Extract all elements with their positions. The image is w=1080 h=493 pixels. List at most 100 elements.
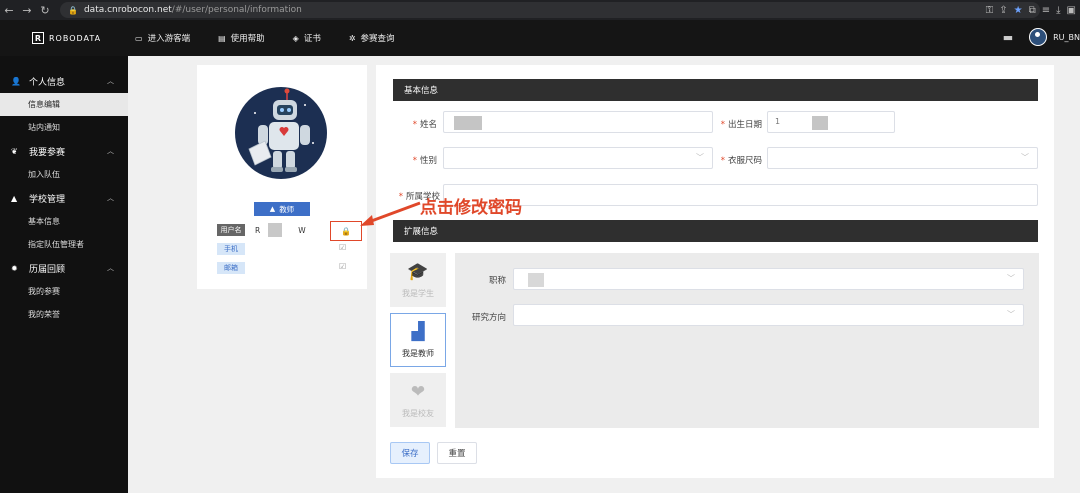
nav-label: 使用帮助 <box>230 34 265 44</box>
nav-certificate[interactable]: ◈ 证书 <box>292 32 321 45</box>
birth-value: 1 <box>775 117 781 126</box>
school-input[interactable] <box>443 184 1038 206</box>
sidebar-group-school[interactable]: ▲ 学校管理 ︿ <box>0 186 128 210</box>
extensions-icon[interactable]: ⧉ <box>1029 5 1036 16</box>
sidebar-item-my-honors[interactable]: 我的荣誉 <box>0 303 128 326</box>
app-header: R ROBODATA ▭ 进入游客端 ▤ 使用帮助 ◈ 证书 ✲ 参赛查询 ▬ RU_B… <box>0 20 1080 56</box>
nav-visitor[interactable]: ▭ 进入游客端 <box>135 32 191 45</box>
profile-card: ▲ 教师 用户名 R W 手机 ☑ 邮箱 ☑ <box>197 65 367 289</box>
annotation-text: 点击修改密码 <box>420 198 522 218</box>
tv-icon: ▭ <box>135 33 143 43</box>
logo-text: ROBODATA <box>49 33 102 43</box>
message-icon[interactable]: ▬ <box>1003 31 1013 44</box>
robot-avatar-image <box>235 87 327 179</box>
role-tab-student[interactable]: 🎓 我是学生 <box>390 253 446 307</box>
gender-label: * 性别 <box>412 156 437 166</box>
sidebar-group-label: 个人信息 <box>29 77 66 88</box>
book-icon: ▤ <box>218 33 226 43</box>
leaf-icon: ❦ <box>11 146 18 156</box>
size-label: * 衣服尺码 <box>720 156 762 166</box>
browser-toolbar: ← → ↻ 🔒 data.cnrobocon.net/#/user/person… <box>0 0 1080 20</box>
url-host: data.cnrobocon.net <box>83 5 172 15</box>
sidebar-group-label: 我要参赛 <box>29 147 66 158</box>
username-redacted <box>268 223 283 237</box>
sidebar-item-basic-info[interactable]: 基本信息 <box>0 210 128 233</box>
heart-chat-icon: ❤ <box>410 381 426 402</box>
url-path: /#/user/personal/information <box>171 5 302 15</box>
username-value-start: R <box>255 225 261 235</box>
sidebar-item-notice[interactable]: 站内通知 <box>0 116 128 139</box>
annotation-arrow <box>360 201 421 226</box>
sidebar-group-compete[interactable]: ❦ 我要参赛 ︿ <box>0 139 128 163</box>
teacher-icon: ▲ <box>269 205 276 213</box>
size-label-text: 衣服尺码 <box>727 156 762 166</box>
sidebar-group-label: 学校管理 <box>29 194 66 205</box>
research-select[interactable]: ﹀ <box>513 304 1024 326</box>
basic-info-header: 基本信息 <box>390 79 1038 101</box>
username[interactable]: RU_BN <box>1053 33 1080 42</box>
address-bar[interactable]: 🔒 data.cnrobocon.net/#/user/personal/inf… <box>60 2 1040 18</box>
name-label-text: 姓名 <box>419 120 437 130</box>
reading-list-icon[interactable]: ≡ <box>1042 5 1050 16</box>
role-tab-teacher[interactable]: ▟ 我是教师 <box>390 313 446 367</box>
back-icon[interactable]: ← <box>0 0 18 20</box>
save-button[interactable]: 保存 <box>390 442 430 464</box>
email-row: 邮箱 <box>217 262 245 274</box>
gear-icon: ✹ <box>11 263 18 273</box>
chevron-up-icon: ︿ <box>107 77 114 85</box>
chevron-up-icon: ︿ <box>107 264 114 272</box>
side-panel-icon[interactable]: ▣ <box>1067 5 1076 16</box>
chevron-down-icon: ﹀ <box>1021 153 1029 162</box>
title-label: 职称 <box>489 276 507 286</box>
share-icon[interactable]: ⇪ <box>999 5 1007 16</box>
chevron-down-icon: ﹀ <box>1007 310 1015 319</box>
birth-date-input[interactable]: 1 <box>767 111 895 133</box>
sidebar-group-label: 历届回顾 <box>29 264 66 275</box>
logo[interactable]: R ROBODATA <box>32 32 101 44</box>
sidebar-group-history[interactable]: ✹ 历届回顾 ︿ <box>0 256 128 280</box>
birth-redacted <box>812 116 828 130</box>
role-badge: ▲ 教师 <box>254 202 310 216</box>
role-tab-label: 我是教师 <box>402 348 434 358</box>
bookmark-star-icon[interactable]: ★ <box>1014 5 1023 16</box>
gender-label-text: 性别 <box>419 156 437 166</box>
birth-label: * 出生日期 <box>720 120 762 130</box>
role-tab-label: 我是校友 <box>402 408 434 418</box>
name-redacted <box>454 116 482 130</box>
certificate-icon: ◈ <box>292 33 299 43</box>
title-select[interactable]: ﹀ <box>513 268 1024 290</box>
gear-icon: ✲ <box>348 33 356 43</box>
gender-select[interactable]: ﹀ <box>443 147 713 169</box>
sidebar: 👤 个人信息 ︿ 信息编辑 站内通知 ❦ 我要参赛 ︿ 加入队伍 ▲ 学校管理 ︿ 基本信息… <box>0 56 128 493</box>
name-label: * 姓名 <box>412 120 437 130</box>
size-select[interactable]: ﹀ <box>767 147 1038 169</box>
nav-help[interactable]: ▤ 使用帮助 <box>218 32 265 45</box>
reset-button[interactable]: 重置 <box>437 442 477 464</box>
sidebar-item-info-edit[interactable]: 信息编辑 <box>0 93 128 116</box>
forward-icon[interactable]: → <box>18 0 36 20</box>
research-label: 研究方向 <box>472 313 507 323</box>
site-info-icon[interactable]: 🔒 <box>68 6 78 15</box>
sidebar-item-team-manager[interactable]: 指定队伍管理者 <box>0 233 128 256</box>
top-nav: ▭ 进入游客端 ▤ 使用帮助 ◈ 证书 ✲ 参赛查询 <box>135 32 423 45</box>
sidebar-item-join-team[interactable]: 加入队伍 <box>0 163 128 186</box>
phone-label: 手机 <box>217 243 245 255</box>
role-badge-label: 教师 <box>279 204 295 214</box>
edit-email-icon[interactable]: ☑ <box>339 262 346 271</box>
username-value-end: W <box>298 225 306 235</box>
graduation-cap-icon: 🎓 <box>407 261 429 282</box>
avatar[interactable] <box>1029 28 1048 46</box>
edit-phone-icon[interactable]: ☑ <box>339 243 346 252</box>
role-tab-label: 我是学生 <box>402 288 434 298</box>
sidebar-group-personal[interactable]: 👤 个人信息 ︿ <box>0 69 128 93</box>
chevron-up-icon: ︿ <box>107 194 114 202</box>
key-icon[interactable]: ⚿ <box>986 5 994 16</box>
sidebar-item-my-entries[interactable]: 我的参赛 <box>0 280 128 303</box>
birth-label-text: 出生日期 <box>727 120 762 130</box>
nav-query[interactable]: ✲ 参赛查询 <box>348 32 395 45</box>
download-icon[interactable]: ⤓ <box>1056 5 1060 16</box>
name-input[interactable] <box>443 111 713 133</box>
role-tab-alumni[interactable]: ❤ 我是校友 <box>390 373 446 427</box>
nav-label: 进入游客端 <box>147 34 191 44</box>
reload-icon[interactable]: ↻ <box>36 0 54 20</box>
